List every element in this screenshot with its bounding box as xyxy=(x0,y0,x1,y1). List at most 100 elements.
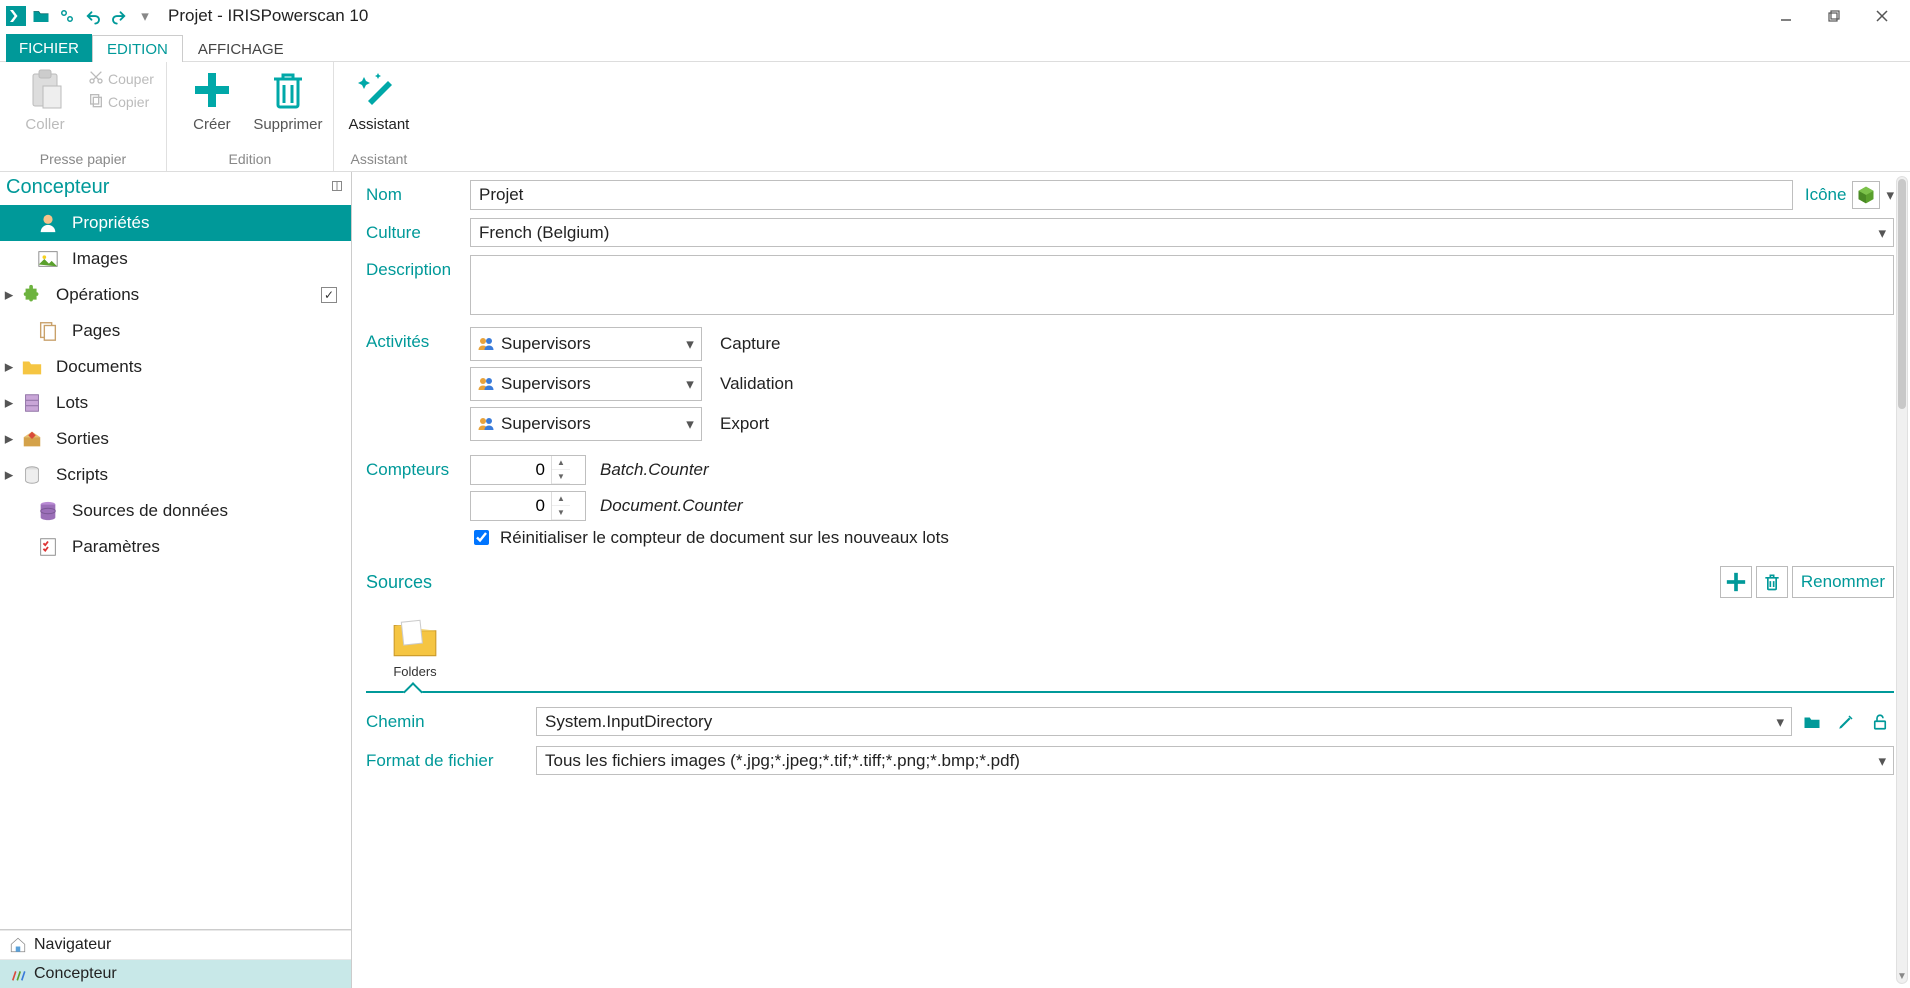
users-icon xyxy=(471,375,501,393)
sidebar-header: Concepteur xyxy=(0,172,351,205)
checkbox-icon[interactable]: ✓ xyxy=(321,287,337,303)
source-item-folders[interactable]: Folders xyxy=(378,610,452,683)
reset-counter-checkbox[interactable]: Réinitialiser le compteur de document su… xyxy=(470,527,1894,548)
counter-spin[interactable]: ▲▼ xyxy=(470,455,586,485)
sidebar-item-properties[interactable]: Propriétés xyxy=(0,205,351,241)
culture-select[interactable]: French (Belgium) xyxy=(470,218,1894,247)
paste-label: Coller xyxy=(25,116,64,133)
copy-button: Copier xyxy=(86,91,156,112)
settings-icon[interactable] xyxy=(56,5,78,27)
open-folder-icon[interactable] xyxy=(30,5,52,27)
activity-group-select[interactable]: Supervisors ▾ xyxy=(470,407,702,441)
source-item-label: Folders xyxy=(393,664,436,679)
cut-button: Couper xyxy=(86,68,156,89)
format-label: Format de fichier xyxy=(366,751,530,771)
undo-icon[interactable] xyxy=(82,5,104,27)
ribbon-tabs: FICHIER EDITION AFFICHAGE xyxy=(0,32,1910,62)
sidebar-item-parameters[interactable]: Paramètres xyxy=(0,529,351,565)
caret-icon: ▸ xyxy=(2,285,16,305)
delete-button[interactable]: Supprimer xyxy=(253,64,323,133)
puzzle-icon xyxy=(18,283,46,307)
activity-group-select[interactable]: Supervisors ▾ xyxy=(470,367,702,401)
ribbon-group-label: Edition xyxy=(177,149,323,171)
caret-icon: ▸ xyxy=(2,465,16,485)
assistant-button[interactable]: Assistant xyxy=(344,64,414,133)
redo-icon[interactable] xyxy=(108,5,130,27)
spin-down-icon[interactable]: ▼ xyxy=(552,506,570,520)
sidebar-item-datasources[interactable]: Sources de données xyxy=(0,493,351,529)
sidebar-item-documents[interactable]: ▸ Documents xyxy=(0,349,351,385)
bottom-tab-designer[interactable]: Concepteur xyxy=(0,959,351,988)
brushes-icon xyxy=(8,964,28,984)
sidebar-item-pages[interactable]: Pages xyxy=(0,313,351,349)
lock-path-button[interactable] xyxy=(1866,708,1894,736)
delete-source-button[interactable] xyxy=(1756,566,1788,598)
caret-icon: ▸ xyxy=(2,357,16,377)
bottom-tab-navigator[interactable]: Navigateur xyxy=(0,930,351,959)
browse-folder-button[interactable] xyxy=(1798,708,1826,736)
close-button[interactable] xyxy=(1860,2,1904,30)
edit-path-button[interactable] xyxy=(1832,708,1860,736)
wand-icon xyxy=(358,66,400,114)
ribbon-group-edition: Créer Supprimer Edition xyxy=(167,62,334,171)
spin-down-icon[interactable]: ▼ xyxy=(552,470,570,484)
path-label: Chemin xyxy=(366,712,530,732)
window-title: Projet - IRISPowerscan 10 xyxy=(168,6,368,26)
tab-display[interactable]: AFFICHAGE xyxy=(183,35,299,62)
content: Nom Icône ▾ Culture French (Belgium) xyxy=(352,172,1910,988)
ribbon: Coller Couper Copier Presse papier xyxy=(0,62,1910,172)
ribbon-group-assistant: Assistant Assistant xyxy=(334,62,424,171)
icon-picker[interactable] xyxy=(1852,181,1880,209)
copy-icon xyxy=(88,92,104,111)
counter-spin[interactable]: ▲▼ xyxy=(470,491,586,521)
scrollbar-thumb[interactable] xyxy=(1898,179,1906,409)
person-icon xyxy=(34,211,62,235)
icon-dropdown-caret[interactable]: ▾ xyxy=(1886,186,1894,204)
tab-file[interactable]: FICHIER xyxy=(6,34,92,62)
add-source-button[interactable] xyxy=(1720,566,1752,598)
activity-name: Capture xyxy=(720,334,780,354)
pin-icon[interactable] xyxy=(331,180,343,195)
counters-label: Compteurs xyxy=(366,455,470,480)
icon-label: Icône xyxy=(1805,185,1847,205)
spin-up-icon[interactable]: ▲ xyxy=(552,456,570,470)
vertical-scrollbar[interactable]: ▲ ▼ xyxy=(1896,176,1908,984)
image-icon xyxy=(34,247,62,271)
counter-input[interactable] xyxy=(471,495,551,517)
scissors-icon xyxy=(88,69,104,88)
sources-label: Sources xyxy=(366,572,432,593)
sidebar-bottom-tabs: Navigateur Concepteur xyxy=(0,929,351,988)
name-input[interactable] xyxy=(470,180,1793,210)
counter-input[interactable] xyxy=(471,459,551,481)
maximize-button[interactable] xyxy=(1812,2,1856,30)
sidebar-item-outputs[interactable]: ▸ Sorties xyxy=(0,421,351,457)
scroll-down-icon[interactable]: ▼ xyxy=(1897,969,1907,983)
tab-edition[interactable]: EDITION xyxy=(92,35,183,62)
sidebar-tree: Propriétés Images ▸ Opérations ✓ Pages ▸… xyxy=(0,205,351,929)
activity-group-select[interactable]: Supervisors ▾ xyxy=(470,327,702,361)
jar-icon xyxy=(18,463,46,487)
description-input[interactable] xyxy=(470,255,1894,315)
path-select[interactable]: System.InputDirectory xyxy=(536,707,1792,736)
chevron-down-icon: ▾ xyxy=(679,375,701,393)
sidebar-title: Concepteur xyxy=(6,176,109,199)
sidebar-item-scripts[interactable]: ▸ Scripts xyxy=(0,457,351,493)
paste-button: Coller xyxy=(10,64,80,133)
sidebar-item-images[interactable]: Images xyxy=(0,241,351,277)
minimize-button[interactable] xyxy=(1764,2,1808,30)
qat-dropdown-icon[interactable]: ▾ xyxy=(134,5,156,27)
pages-icon xyxy=(34,319,62,343)
activities-label: Activités xyxy=(366,327,470,352)
sidebar-item-lots[interactable]: ▸ Lots xyxy=(0,385,351,421)
create-button[interactable]: Créer xyxy=(177,64,247,133)
ribbon-group-clipboard: Coller Couper Copier Presse papier xyxy=(0,62,167,171)
format-select[interactable]: Tous les fichiers images (*.jpg;*.jpeg;*… xyxy=(536,746,1894,775)
name-label: Nom xyxy=(366,180,470,205)
folder-icon xyxy=(18,355,46,379)
description-label: Description xyxy=(366,255,470,280)
sidebar-item-operations[interactable]: ▸ Opérations ✓ xyxy=(0,277,351,313)
checkbox-input[interactable] xyxy=(474,530,489,545)
spin-up-icon[interactable]: ▲ xyxy=(552,492,570,506)
content-scroll[interactable]: Nom Icône ▾ Culture French (Belgium) xyxy=(366,172,1894,988)
rename-source-button[interactable]: Renommer xyxy=(1792,566,1894,598)
